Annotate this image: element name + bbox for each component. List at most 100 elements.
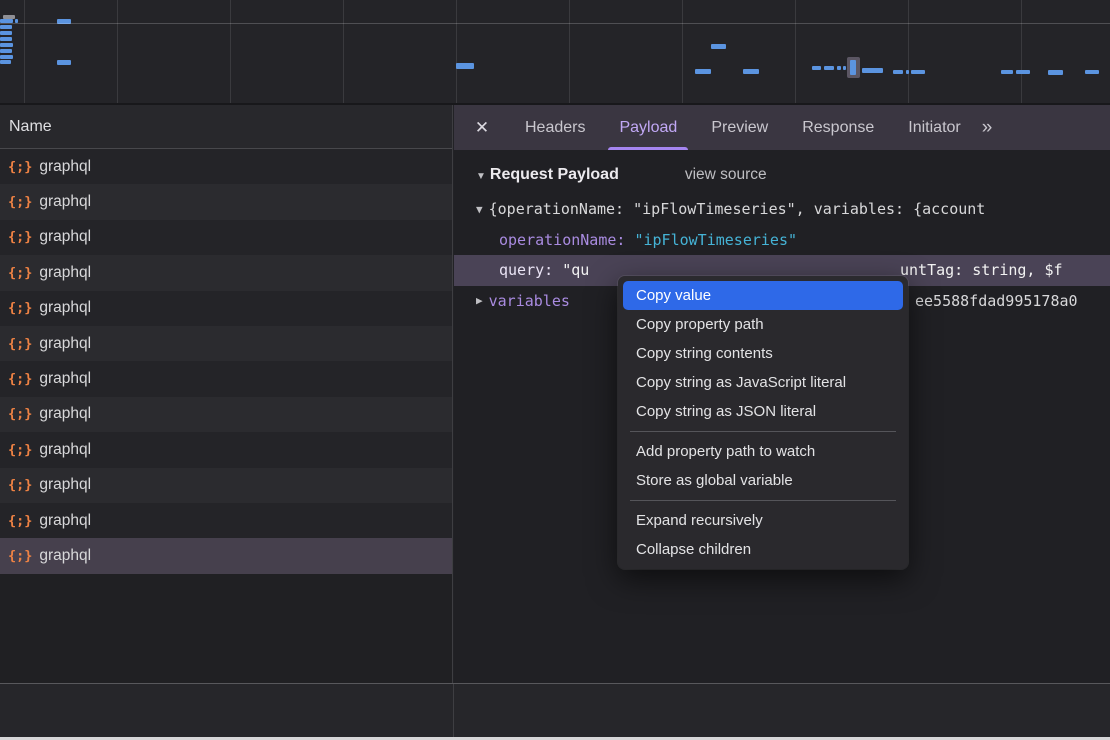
json-braces-icon: {;}	[8, 442, 32, 458]
network-overview-timeline[interactable]	[0, 0, 1110, 105]
property-key: variables	[489, 292, 570, 310]
context-menu-item[interactable]: Copy string as JavaScript literal	[623, 368, 903, 397]
name-column-label: Name	[9, 118, 52, 136]
tab-preview[interactable]: Preview	[696, 105, 783, 150]
request-name-label: graphql	[39, 264, 91, 282]
name-column-header[interactable]: Name	[0, 105, 452, 149]
waterfall-bar	[57, 60, 71, 65]
json-braces-icon: {;}	[8, 406, 32, 422]
tab-response[interactable]: Response	[787, 105, 889, 150]
waterfall-bar	[1048, 70, 1063, 75]
network-request-row[interactable]: {;} graphql	[0, 361, 452, 396]
detail-tabs: HeadersPayloadPreviewResponseInitiator	[508, 105, 978, 150]
network-request-row[interactable]: {;} graphql	[0, 468, 452, 503]
waterfall-bar	[862, 68, 883, 73]
request-name-label: graphql	[39, 476, 91, 494]
detail-tab-bar: ✕ HeadersPayloadPreviewResponseInitiator…	[454, 105, 1110, 150]
request-name-label: graphql	[39, 441, 91, 459]
waterfall-bar	[695, 69, 711, 74]
waterfall-bar	[837, 66, 841, 70]
waterfall-bar	[57, 19, 71, 24]
waterfall-bar	[0, 55, 13, 59]
menu-separator	[630, 500, 896, 501]
waterfall-bar	[893, 70, 903, 74]
network-request-row[interactable]: {;} graphql	[0, 255, 452, 290]
waterfall-bar	[0, 25, 12, 29]
view-source-link[interactable]: view source	[685, 166, 767, 184]
request-name-label: graphql	[39, 299, 91, 317]
network-request-row[interactable]: {;}graphql	[0, 326, 452, 361]
json-braces-icon: {;}	[8, 477, 32, 493]
waterfall-bar	[456, 63, 474, 69]
request-name-label: graphql	[39, 370, 91, 388]
waterfall-bar	[812, 66, 821, 70]
json-braces-icon: {;}	[8, 194, 32, 210]
context-menu-item[interactable]: Copy property path	[623, 310, 903, 339]
section-title: Request Payload	[490, 166, 619, 184]
json-braces-icon: {;}	[8, 513, 32, 529]
root-preview-text: {operationName: "ipFlowTimeseries", vari…	[489, 200, 986, 218]
payload-root-row[interactable]: ▼ {operationName: "ipFlowTimeseries", va…	[454, 194, 1110, 225]
waterfall-bar	[0, 31, 12, 35]
waterfall-bar	[824, 66, 834, 70]
json-braces-icon: {;}	[8, 548, 32, 564]
request-name-label: graphql	[39, 405, 91, 423]
network-request-row[interactable]: {;} graphql	[0, 220, 452, 255]
context-menu-item[interactable]: Copy value	[623, 281, 903, 310]
more-tabs-icon[interactable]: »	[982, 117, 993, 139]
json-braces-icon: {;}	[8, 265, 32, 281]
waterfall-bar	[1016, 70, 1030, 74]
tab-payload[interactable]: Payload	[604, 105, 692, 150]
network-request-row[interactable]: {;}graphql	[0, 149, 452, 184]
operation-name-row[interactable]: operationName: "ipFlowTimeseries"	[454, 225, 1110, 256]
context-menu-item[interactable]: Expand recursively	[623, 506, 903, 535]
property-value-right-fragment: untTag: string, $f	[900, 255, 1063, 286]
json-braces-icon: {;}	[8, 229, 32, 245]
panel-divider	[453, 684, 454, 737]
root-expanded-icon[interactable]: ▼	[476, 203, 483, 216]
waterfall-bar	[0, 19, 13, 23]
requests-list-panel: Name {;}graphql{;}graphql{;}graphql{;}gr…	[0, 105, 453, 683]
waterfall-bar	[743, 69, 759, 74]
network-request-row[interactable]: {;} graphql	[0, 432, 452, 467]
key-value-space	[553, 261, 562, 279]
waterfall-bar	[711, 44, 726, 49]
requests-list: {;} graphql {;} graphql {;} graphql {;} graphql…	[0, 149, 452, 574]
request-name-label: graphql	[39, 335, 91, 353]
request-name-label: graphql	[39, 512, 91, 530]
waterfall-bar	[850, 60, 856, 75]
property-value-left-fragment: "qu	[562, 261, 589, 279]
variables-collapsed-icon[interactable]: ▶	[476, 294, 483, 307]
request-payload-section-header: ▼ Request Payload view source	[454, 150, 1110, 194]
menu-separator	[630, 431, 896, 432]
request-name-label: graphql	[39, 228, 91, 246]
waterfall-bar	[906, 70, 909, 74]
context-menu-item[interactable]: Copy string as JSON literal	[623, 397, 903, 426]
key-value-space	[625, 231, 634, 249]
context-menu-item[interactable]: Store as global variable	[623, 466, 903, 495]
context-menu-item[interactable]: Collapse children	[623, 535, 903, 564]
waterfall-bar	[0, 60, 11, 64]
waterfall-bar	[1085, 70, 1099, 74]
context-menu-item[interactable]: Add property path to watch	[623, 437, 903, 466]
network-request-row[interactable]: {;} graphql	[0, 291, 452, 326]
context-menu-item[interactable]: Copy string contents	[623, 339, 903, 368]
waterfall-bar	[843, 66, 846, 70]
json-braces-icon: {;}	[8, 371, 32, 387]
tab-headers[interactable]: Headers	[510, 105, 600, 150]
property-key: operationName:	[499, 231, 625, 249]
section-expanded-icon[interactable]: ▼	[476, 171, 486, 182]
variables-value-right-fragment: ee5588fdad995178a0	[915, 286, 1078, 317]
network-request-row[interactable]: {;} graphql	[0, 503, 452, 538]
waterfall-bar	[15, 19, 18, 23]
network-request-row[interactable]: {;} graphql	[0, 538, 452, 573]
close-icon[interactable]: ✕	[464, 118, 500, 138]
context-menu: Copy valueCopy property pathCopy string …	[618, 276, 908, 569]
json-braces-icon: {;}	[8, 300, 32, 316]
request-name-label: graphql	[39, 547, 91, 565]
tab-initiator[interactable]: Initiator	[893, 105, 975, 150]
request-name-label: graphql	[39, 158, 91, 176]
network-request-row[interactable]: {;}graphql	[0, 184, 452, 219]
waterfall-bar	[0, 43, 13, 47]
network-request-row[interactable]: {;} graphql	[0, 397, 452, 432]
